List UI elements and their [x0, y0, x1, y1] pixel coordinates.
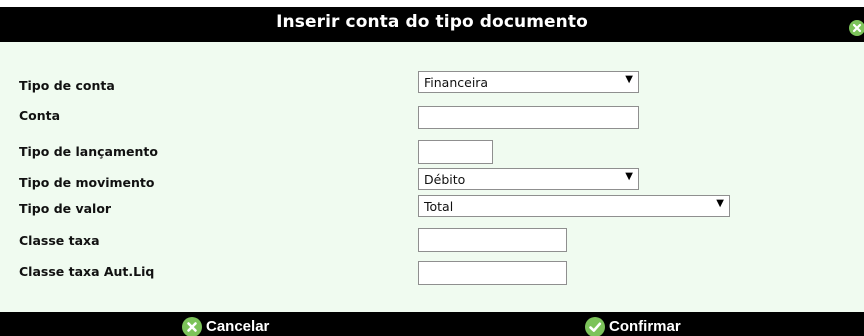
label-tipo-valor: Tipo de valor: [19, 201, 112, 216]
label-classe-taxa-aut-liq: Classe taxa Aut.Liq: [19, 264, 155, 279]
tipo-valor-select[interactable]: Total ▼: [418, 195, 730, 217]
tipo-movimento-value: Débito: [424, 172, 466, 187]
tipo-valor-value: Total: [424, 199, 454, 214]
label-classe-taxa: Classe taxa: [19, 233, 100, 248]
cancel-button-label: Cancelar: [206, 318, 270, 335]
conta-input[interactable]: [418, 106, 639, 129]
tipo-conta-select[interactable]: Financeira ▼: [418, 71, 639, 93]
label-tipo-conta: Tipo de conta: [19, 78, 115, 93]
confirm-button[interactable]: Confirmar: [585, 316, 681, 336]
dropdown-arrow-icon: ▼: [716, 198, 724, 209]
dropdown-arrow-icon: ▼: [625, 74, 633, 85]
label-tipo-movimento: Tipo de movimento: [19, 175, 155, 190]
close-icon[interactable]: [849, 20, 864, 36]
dialog-titlebar: Inserir conta do tipo documento: [0, 0, 864, 42]
insert-account-dialog: Inserir conta do tipo documento Tipo de …: [0, 0, 864, 336]
label-tipo-lancamento: Tipo de lançamento: [19, 144, 158, 159]
x-circle-icon: [182, 316, 202, 336]
check-circle-icon: [585, 316, 605, 336]
classe-taxa-aut-liq-input[interactable]: [418, 261, 567, 285]
dropdown-arrow-icon: ▼: [625, 171, 633, 182]
tipo-conta-value: Financeira: [424, 75, 489, 90]
cancel-button[interactable]: Cancelar: [182, 316, 270, 336]
tipo-lancamento-input[interactable]: [418, 140, 493, 164]
dialog-title: Inserir conta do tipo documento: [276, 12, 588, 32]
confirm-button-label: Confirmar: [609, 318, 681, 335]
dialog-footer: Cancelar Confirmar: [0, 312, 864, 336]
label-conta: Conta: [19, 108, 61, 123]
classe-taxa-input[interactable]: [418, 228, 567, 252]
tipo-movimento-select[interactable]: Débito ▼: [418, 168, 639, 190]
